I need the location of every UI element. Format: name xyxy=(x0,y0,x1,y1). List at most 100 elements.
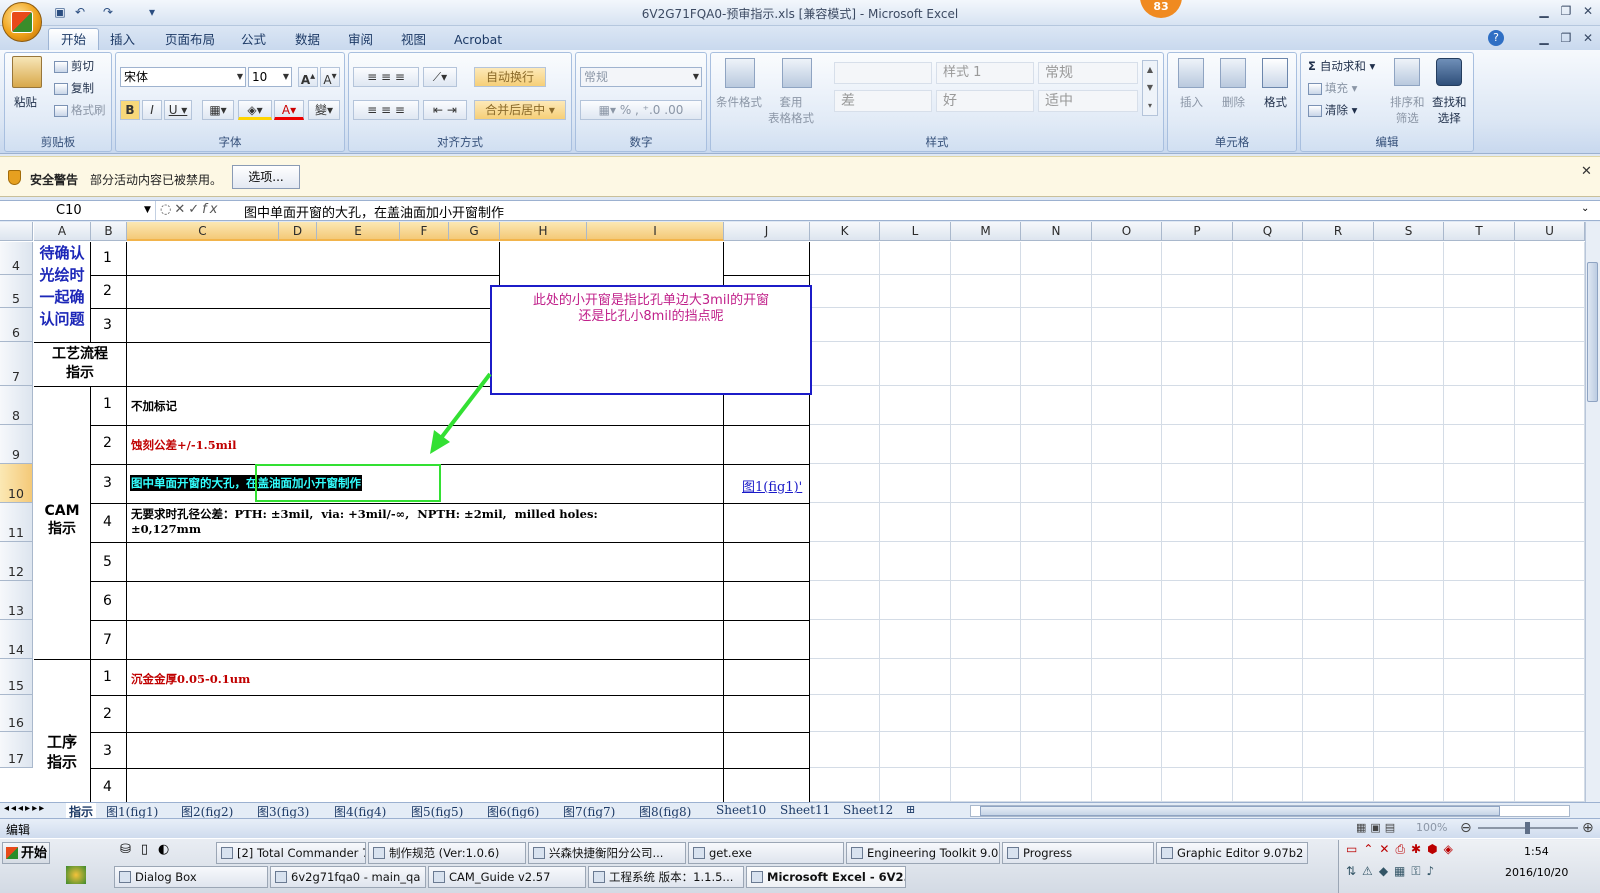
merge-center-button[interactable]: 合并后居中 ▾ xyxy=(474,100,566,120)
clear-button[interactable]: 清除 ▾ xyxy=(1308,102,1357,118)
taskbar-item-4[interactable]: get.exe xyxy=(688,842,844,864)
formula-input[interactable]: 图中单面开窗的大孔，在盖油面加小开窗制作 xyxy=(244,202,504,221)
minimize-icon[interactable]: ▁ xyxy=(1533,3,1555,19)
border-icon[interactable]: ▦▾ xyxy=(202,100,234,120)
sheet-tab-11[interactable]: Sheet11 xyxy=(780,803,830,817)
row-header-6[interactable]: 6 xyxy=(0,308,33,342)
fig1-link[interactable]: 图1(fig1)' xyxy=(742,476,802,495)
column-header-u[interactable]: U xyxy=(1515,222,1585,241)
start-button[interactable]: 开始 xyxy=(2,842,50,864)
insert-sheet-icon[interactable]: ⊞ xyxy=(906,803,915,816)
style-1[interactable]: 样式 1 xyxy=(936,62,1034,84)
indent-icons[interactable]: ⇤ ⇥ xyxy=(423,100,467,120)
cam-num-3[interactable]: 3 xyxy=(91,475,124,491)
taskbar-item-8[interactable]: Dialog Box xyxy=(114,866,268,888)
close-icon[interactable]: ✕ xyxy=(1581,164,1592,179)
tab-page-layout[interactable]: 页面布局 xyxy=(165,30,215,50)
cam-num-2[interactable]: 2 xyxy=(91,435,124,451)
callout-comment[interactable]: 此处的小开窗是指比孔单边大3mil的开窗 还是比孔小8mil的挡点呢 xyxy=(490,285,812,395)
phonetic-icon[interactable]: 變▾ xyxy=(308,100,340,120)
column-header-c[interactable]: C xyxy=(127,222,279,241)
tab-data[interactable]: 数据 xyxy=(295,30,320,50)
paste-icon[interactable] xyxy=(12,56,42,88)
column-header-t[interactable]: T xyxy=(1444,222,1515,241)
column-header-o[interactable]: O xyxy=(1092,222,1162,241)
row-header-16[interactable]: 16 xyxy=(0,695,33,732)
pending-num-1[interactable]: 1 xyxy=(91,250,124,266)
fill-button[interactable]: 填充 ▾ xyxy=(1308,80,1357,96)
close-icon[interactable]: ✕ xyxy=(1577,3,1599,19)
zoom-out-icon[interactable]: ⊖ xyxy=(1460,820,1472,836)
vertical-align-icons[interactable]: ≡ ≡ ≡ xyxy=(353,67,419,87)
wb-restore-icon[interactable]: ❐ xyxy=(1555,30,1577,46)
fill-color-icon[interactable]: ◈▾ xyxy=(238,100,272,120)
delete-cells-icon[interactable] xyxy=(1220,58,1246,88)
step-num-1[interactable]: 1 xyxy=(91,669,124,685)
worksheet-grid[interactable]: ABCDEFGHIJKLMNOPQRSTU 4 5 6 7 8 9 10 11 12 13 14 15… xyxy=(0,222,1585,802)
formula-tools[interactable]: ◌✕✓fx xyxy=(160,202,220,217)
row-header-12[interactable]: 12 xyxy=(0,542,33,581)
row-header-13[interactable]: 13 xyxy=(0,581,33,620)
tab-home[interactable]: 开始 xyxy=(48,28,100,51)
pending-questions-label[interactable]: 待确认 光绘时 一起确 认问题 xyxy=(34,242,90,342)
column-header-d[interactable]: D xyxy=(279,222,317,241)
column-header-h[interactable]: H xyxy=(500,222,587,241)
pending-num-3[interactable]: 3 xyxy=(91,317,124,333)
column-header-e[interactable]: E xyxy=(317,222,400,241)
format-as-table-button[interactable]: 套用 表格格式 xyxy=(768,94,814,126)
style-neutral[interactable]: 适中 xyxy=(1038,90,1138,112)
column-header-b[interactable]: B xyxy=(91,222,127,241)
name-box[interactable]: C10 xyxy=(0,201,156,220)
column-header-a[interactable]: A xyxy=(34,222,91,241)
row-header-5[interactable]: 5 xyxy=(0,275,33,308)
insert-cells-icon[interactable] xyxy=(1178,58,1204,88)
taskbar-item-9[interactable]: 6v2g71fqa0 - main_qa xyxy=(270,866,426,888)
tray-icons[interactable]: ▭⌃✕⎙✱⬢◈ xyxy=(1346,842,1459,857)
chevron-down-icon[interactable]: ▼ xyxy=(144,205,151,215)
cam-num-1[interactable]: 1 xyxy=(91,396,124,412)
row-header-17[interactable]: 17 xyxy=(0,732,33,768)
cam-item-2[interactable]: 蚀刻公差+/-1.5mil xyxy=(131,437,237,453)
table-format-icon[interactable] xyxy=(782,58,812,88)
sort-filter-button[interactable]: 排序和 筛选 xyxy=(1390,94,1425,126)
column-header-q[interactable]: Q xyxy=(1233,222,1303,241)
taskbar-item-1[interactable]: [2] Total Commander 7.... xyxy=(216,842,366,864)
tray-icons-row2[interactable]: ⇅⚠◆▦⚿♪ xyxy=(1346,864,1440,879)
format-cells-button[interactable]: 格式 xyxy=(1264,94,1287,110)
cam-item-1[interactable]: 不加标记 xyxy=(131,398,177,414)
view-buttons-icons[interactable]: ▦▣▤ xyxy=(1356,821,1399,834)
style-good[interactable]: 好 xyxy=(936,90,1034,112)
column-header-l[interactable]: L xyxy=(880,222,951,241)
column-header-s[interactable]: S xyxy=(1374,222,1444,241)
pending-num-2[interactable]: 2 xyxy=(91,283,124,299)
style-blank[interactable] xyxy=(834,62,932,84)
row-header-15[interactable]: 15 xyxy=(0,659,33,695)
cam-num-7[interactable]: 7 xyxy=(91,632,124,648)
cut-button[interactable]: 剪切 xyxy=(54,58,94,74)
taskbar-item-5[interactable]: Engineering Toolkit 9.07... xyxy=(846,842,1000,864)
tab-insert[interactable]: 插入 xyxy=(110,30,135,50)
step-num-3[interactable]: 3 xyxy=(91,743,124,759)
format-cells-icon[interactable] xyxy=(1262,58,1288,88)
step-num-4[interactable]: 4 xyxy=(91,779,124,795)
column-header-m[interactable]: M xyxy=(951,222,1021,241)
wrap-text-button[interactable]: 自动换行 xyxy=(474,67,546,87)
clock-date[interactable]: 2016/10/20 xyxy=(1505,866,1568,879)
tab-view[interactable]: 视图 xyxy=(401,30,426,50)
horizontal-scroll-thumb[interactable] xyxy=(980,806,1500,816)
column-header-i[interactable]: I xyxy=(587,222,724,241)
zoom-in-icon[interactable]: ⊕ xyxy=(1582,820,1594,836)
column-header-g[interactable]: G xyxy=(449,222,500,241)
insert-cells-button[interactable]: 插入 xyxy=(1180,94,1203,110)
cam-num-5[interactable]: 5 xyxy=(91,554,124,570)
shrink-font-icon[interactable]: A▾ xyxy=(320,67,340,87)
sort-filter-icon[interactable] xyxy=(1394,58,1420,86)
conditional-format-icon[interactable] xyxy=(725,58,755,88)
horizontal-align-icons[interactable]: ≡ ≡ ≡ xyxy=(353,100,419,120)
taskbar-item-7[interactable]: Graphic Editor 9.07b2 (0... xyxy=(1156,842,1308,864)
font-color-icon[interactable]: A▾ xyxy=(274,100,304,120)
cam-item-4[interactable]: 无要求时孔径公差：PTH: ±3mil, via: +3mil/-∞, NPTH… xyxy=(131,507,598,537)
column-header-n[interactable]: N xyxy=(1021,222,1092,241)
delete-cells-button[interactable]: 删除 xyxy=(1222,94,1245,110)
orientation-icon[interactable]: ⟋▾ xyxy=(423,67,457,87)
